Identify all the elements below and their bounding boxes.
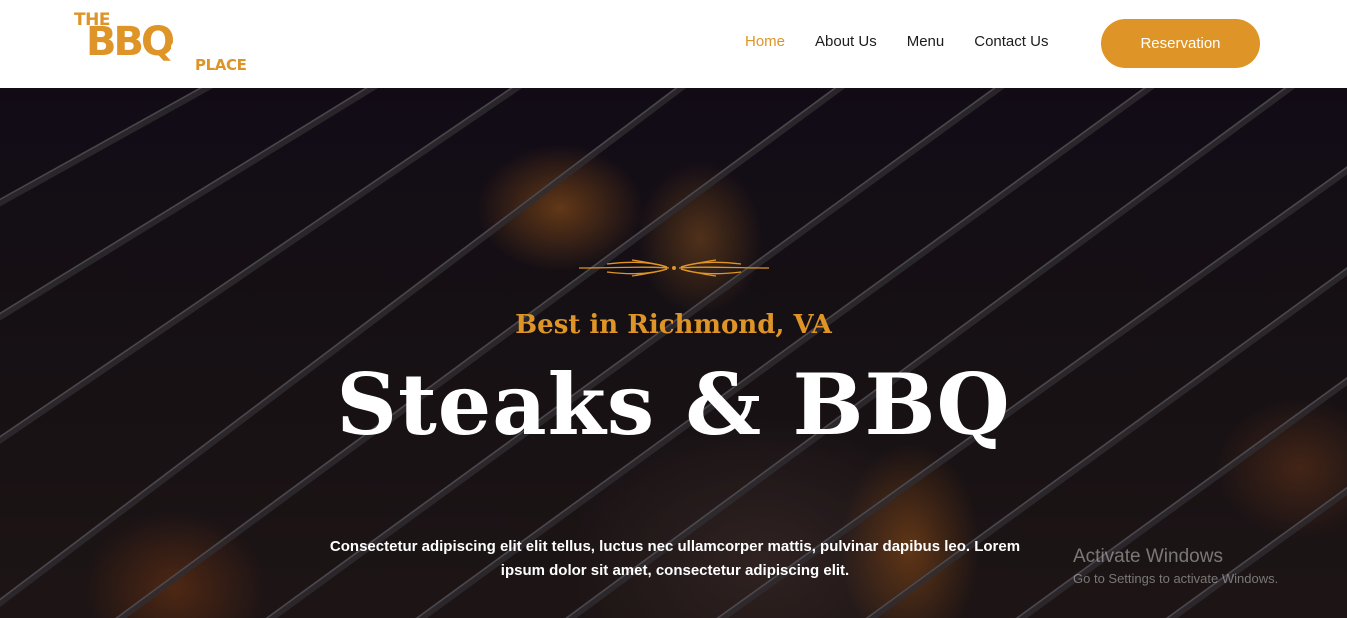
nav-about-us[interactable]: About Us bbox=[815, 33, 877, 53]
nav-home[interactable]: Home bbox=[745, 33, 785, 53]
nav-contact-us[interactable]: Contact Us bbox=[974, 33, 1048, 53]
activation-title: Activate Windows bbox=[1073, 546, 1223, 567]
nav-menu[interactable]: Menu bbox=[907, 33, 945, 53]
logo-text-main: BBQ bbox=[86, 19, 175, 65]
hero-description: Consectetur adipiscing elit elit tellus,… bbox=[329, 538, 1021, 579]
main-nav: Home About Us Menu Contact Us bbox=[745, 33, 1078, 53]
decorative-divider-icon bbox=[578, 259, 770, 277]
flame-icon bbox=[171, 38, 180, 51]
logo-text-bottom: PLACE bbox=[195, 56, 247, 74]
hero-title: Steaks & BBQ bbox=[336, 355, 1011, 454]
activation-subtitle: Go to Settings to activate Windows. bbox=[1073, 571, 1279, 586]
hero-section: Best in Richmond, VA Steaks & BBQ Consec… bbox=[0, 88, 1347, 618]
hero-content: Best in Richmond, VA Steaks & BBQ Consec… bbox=[0, 88, 1347, 618]
windows-activation-watermark: Activate Windows Go to Settings to activ… bbox=[1073, 546, 1278, 586]
reservation-button[interactable]: Reservation bbox=[1101, 19, 1260, 68]
brand-logo[interactable]: THE BBQ PLACE bbox=[74, 10, 259, 76]
hero-subtitle: Best in Richmond, VA bbox=[515, 310, 832, 340]
site-header: THE BBQ PLACE Home About Us Menu Contact… bbox=[0, 0, 1347, 88]
